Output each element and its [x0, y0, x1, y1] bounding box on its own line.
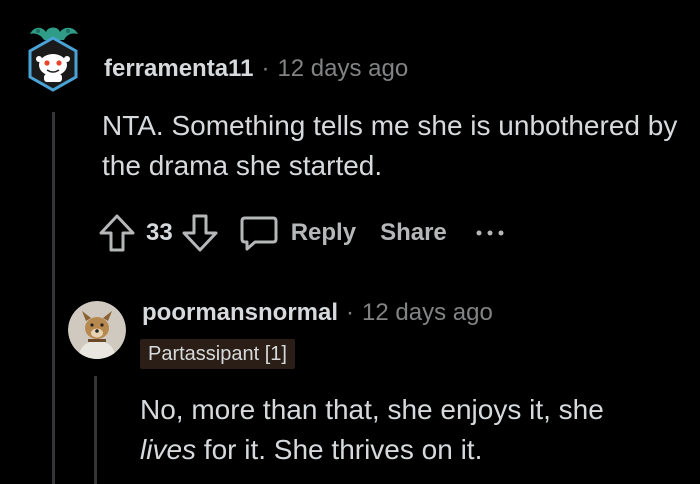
reply-body: No, more than that, she enjoys it, she l… [140, 390, 696, 470]
reply-meta: poormansnormal · 12 days ago [142, 298, 493, 328]
downvote-arrow-icon[interactable] [181, 213, 219, 253]
comment-author[interactable]: ferramenta11 [104, 55, 253, 83]
thread-line[interactable] [94, 376, 97, 484]
comment-action-bar: 33 Reply Share [98, 210, 505, 256]
reply-body-emphasis: lives [140, 434, 197, 465]
speech-bubble-icon [239, 213, 279, 253]
reply-author[interactable]: poormansnormal [142, 299, 338, 327]
reply-button[interactable]: Reply [239, 213, 356, 253]
upvote-arrow-icon[interactable] [98, 213, 136, 253]
share-button[interactable]: Share [380, 219, 447, 247]
reply-body-text: for it. She thrives on it. [196, 434, 483, 465]
reply-timestamp[interactable]: 12 days ago [362, 299, 493, 327]
reply-body-text: No, more than that, she enjoys it, she [140, 394, 604, 425]
vote-score: 33 [146, 219, 173, 246]
dog-avatar-icon[interactable] [68, 301, 126, 359]
meta-separator: · [346, 299, 355, 326]
user-flair: Partassipant [1] [140, 339, 295, 369]
more-dots-icon[interactable] [475, 228, 505, 238]
comment-meta: ferramenta11 · 12 days ago [104, 54, 408, 84]
meta-separator: · [261, 55, 270, 82]
snoo-avatar-icon[interactable] [24, 22, 82, 94]
reply-label: Reply [290, 219, 357, 246]
thread-line[interactable] [52, 112, 55, 484]
comment-timestamp[interactable]: 12 days ago [277, 55, 408, 83]
comment-body: NTA. Something tells me she is unbothere… [102, 110, 678, 181]
